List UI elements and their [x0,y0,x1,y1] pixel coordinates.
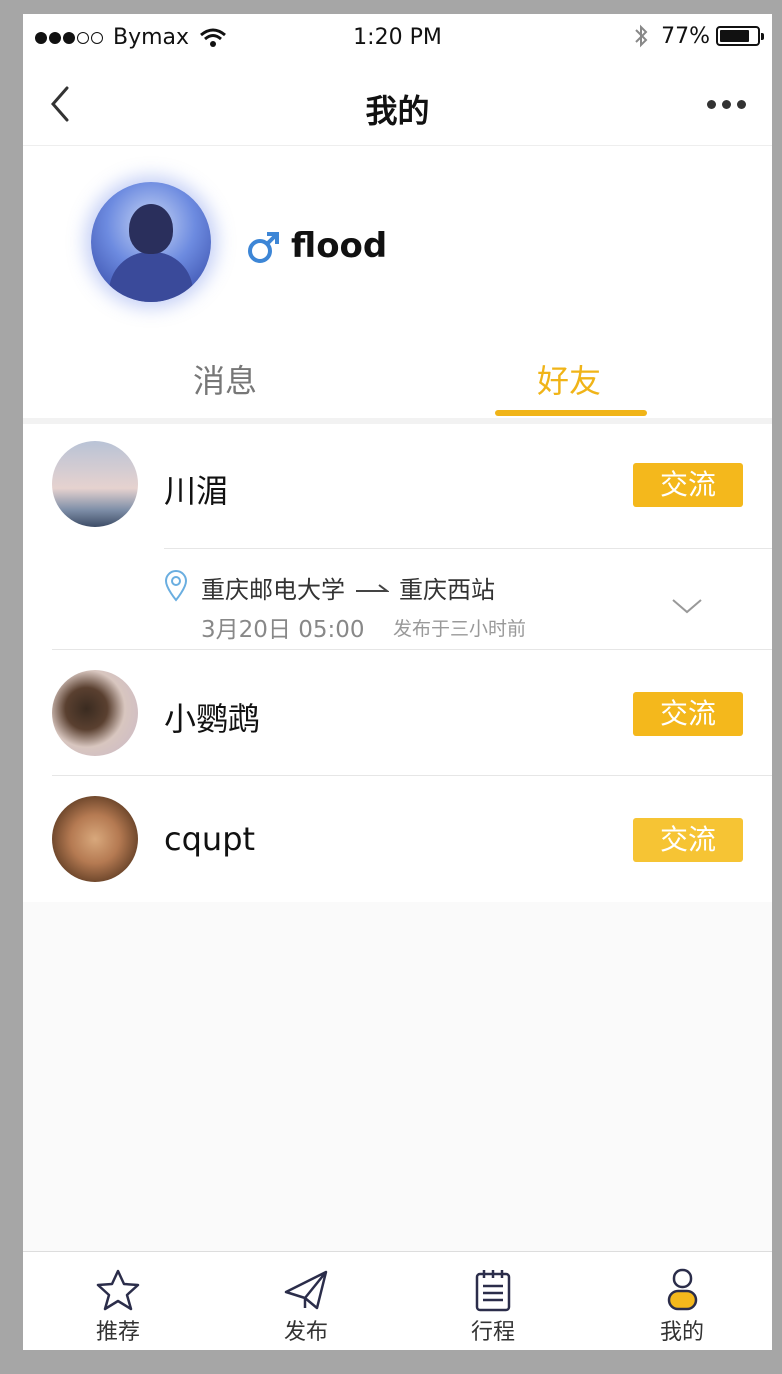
trip-time: 3月20日 05:00 [201,617,365,643]
tab-trips[interactable]: 行程 [448,1268,538,1346]
nav-bar: 我的 [23,62,772,146]
trip-route: 重庆邮电大学 重庆西站 [201,570,495,605]
status-right: 77% [633,23,764,49]
trip-posted-time: 发布于三小时前 [393,618,527,640]
chat-button[interactable]: 交流 [633,463,743,507]
phone-screen: Bymax 1:20 PM 77% 我的 flood 消息 好友 川湄 交流 重… [23,14,772,1350]
profile-header: flood 消息 好友 [23,146,772,418]
tab-messages[interactable]: 消息 [145,356,305,402]
chat-button[interactable]: 交流 [633,818,743,862]
notepad-icon [475,1270,511,1312]
more-dots-icon[interactable] [701,100,746,109]
avatar[interactable] [52,796,138,882]
tab-label: 推荐 [95,1320,140,1345]
list-item[interactable]: cqupt 交流 [23,776,772,902]
avatar[interactable] [91,182,211,302]
tab-friends[interactable]: 好友 [489,356,649,402]
friend-list: 川湄 交流 重庆邮电大学 重庆西站 3月20日 05:00 发布于三小时前 小鹦… [23,424,772,902]
tab-publish[interactable]: 发布 [261,1268,351,1346]
divider [164,548,772,549]
tab-label: 我的 [659,1320,704,1345]
list-item[interactable]: 小鹦鹉 交流 [23,650,772,776]
tab-mine[interactable]: 我的 [637,1268,727,1346]
person-icon [667,1268,698,1311]
list-item[interactable]: 川湄 交流 重庆邮电大学 重庆西站 3月20日 05:00 发布于三小时前 [23,424,772,650]
profile-tabs: 消息 好友 [23,344,772,418]
trip-to: 重庆西站 [399,576,495,604]
paper-plane-icon [284,1270,328,1310]
tab-label: 行程 [470,1320,515,1345]
username: flood [291,226,388,266]
star-icon [96,1269,140,1311]
avatar[interactable] [52,441,138,527]
location-pin-icon [164,570,188,602]
chevron-down-icon[interactable] [671,596,703,616]
battery-icon [716,26,764,46]
active-tab-indicator [495,410,647,416]
friend-name: 川湄 [164,472,229,510]
male-symbol-icon [248,232,279,263]
page-title: 我的 [365,92,430,130]
friend-name: cqupt [164,820,256,858]
status-bar: Bymax 1:20 PM 77% [23,14,772,62]
arrow-right-icon [356,583,389,592]
tab-recommend[interactable]: 推荐 [73,1268,163,1346]
avatar[interactable] [52,670,138,756]
battery-percent: 77% [661,23,710,49]
trip-from: 重庆邮电大学 [201,576,345,604]
tab-label: 发布 [283,1320,328,1345]
bottom-tab-bar: 推荐 发布 行程 我的 [23,1251,772,1350]
friend-name: 小鹦鹉 [164,700,261,738]
bluetooth-icon [635,24,648,48]
chat-button[interactable]: 交流 [633,692,743,736]
